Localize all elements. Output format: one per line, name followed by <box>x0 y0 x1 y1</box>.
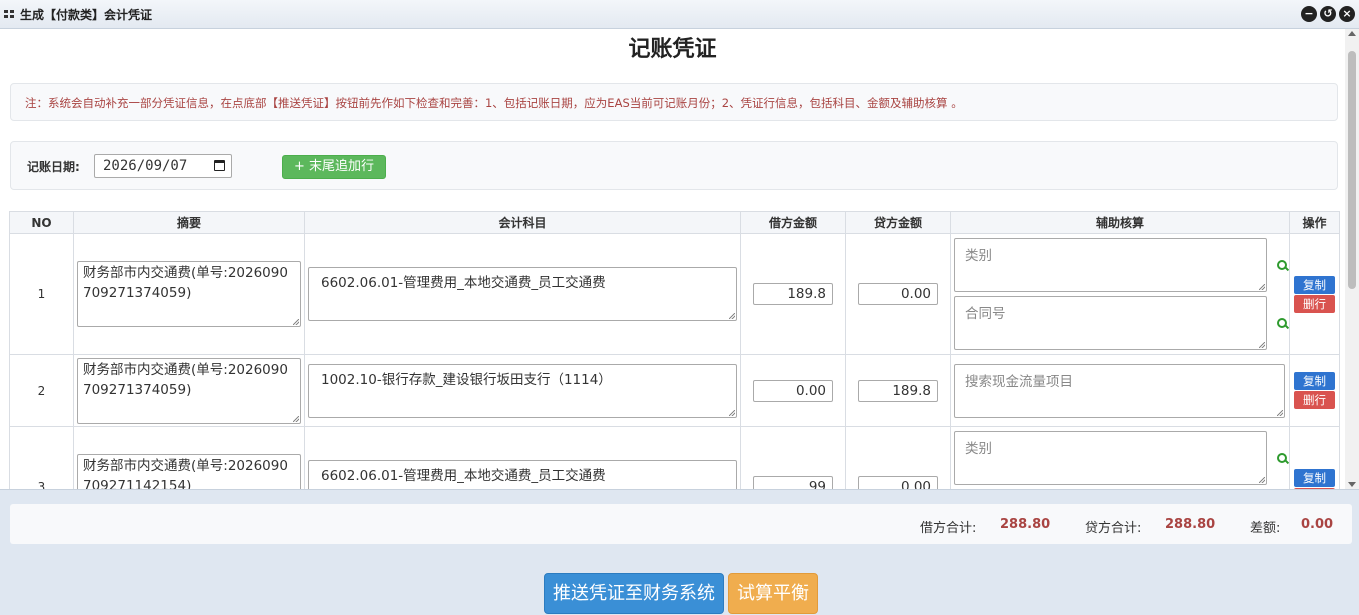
copy-button[interactable]: 复制 <box>1294 372 1335 390</box>
aux-category-textarea[interactable]: 类别 <box>954 431 1268 485</box>
diff-value: 0.00 <box>1301 517 1334 532</box>
aux-category-textarea[interactable]: 类别 <box>954 238 1268 292</box>
ops-cell: 复制 删行 <box>1289 426 1340 489</box>
aux-contract-textarea[interactable]: 合同号 <box>954 296 1268 350</box>
scroll-down-icon[interactable] <box>1348 482 1356 487</box>
table-row: 2 财务部市内交通费(单号:2026090709271374059) 1002.… <box>9 354 1340 427</box>
copy-button[interactable]: 复制 <box>1294 468 1335 487</box>
trial-balance-button[interactable]: 试算平衡 <box>728 573 818 614</box>
debit-total-label: 借方合计: <box>920 521 977 536</box>
search-icon[interactable] <box>1276 452 1289 465</box>
debit-input[interactable]: 0.00 <box>753 379 833 402</box>
delete-row-button[interactable]: 删行 <box>1294 391 1335 409</box>
calendar-icon[interactable] <box>214 160 225 171</box>
header-debit: 借方金额 <box>740 211 846 234</box>
table-header-row: NO 摘要 会计科目 借方金额 贷方金额 辅助核算 操作 <box>9 211 1340 234</box>
window-titlebar: 生成【付款类】会计凭证 − ↺ × <box>0 0 1359 29</box>
row-number: 3 <box>9 426 74 489</box>
summary-cell: 财务部市内交通费(单号:2026090709271374059) <box>73 233 305 355</box>
account-cell: 6602.06.01-管理费用_本地交通费_员工交通费 <box>304 233 741 355</box>
summary-textarea[interactable]: 财务部市内交通费(单号:2026090709271142154) <box>77 454 301 489</box>
cashflow-search-textarea[interactable]: 搜索现金流量项目 <box>954 363 1285 418</box>
add-row-button[interactable]: + 末尾追加行 <box>282 155 386 179</box>
app-grid-icon <box>4 10 15 19</box>
debit-cell: 99 <box>740 426 846 489</box>
summary-textarea[interactable]: 财务部市内交通费(单号:2026090709271374059) <box>77 357 301 424</box>
row-number: 2 <box>9 354 74 427</box>
page-title: 记账凭证 <box>628 37 717 62</box>
header-ops: 操作 <box>1289 211 1340 234</box>
aux-cell: 搜索现金流量项目 <box>950 354 1290 427</box>
credit-total-value: 288.80 <box>1165 517 1216 532</box>
header-account: 会计科目 <box>304 211 741 234</box>
debit-cell: 189.8 <box>740 233 846 355</box>
credit-cell: 0.00 <box>845 426 951 489</box>
credit-cell: 0.00 <box>845 233 951 355</box>
scroll-thumb[interactable] <box>1348 51 1356 289</box>
credit-total-label: 贷方合计: <box>1085 521 1142 536</box>
date-input[interactable]: 2026/09/07 <box>94 154 232 178</box>
credit-input[interactable]: 0.00 <box>858 283 938 305</box>
account-textarea[interactable]: 6602.06.01-管理费用_本地交通费_员工交通费 <box>308 460 737 489</box>
date-bar: 记账日期: 2026/09/07 + 末尾追加行 <box>10 141 1338 190</box>
aux-cell: 类别 合同号 <box>950 233 1290 355</box>
credit-input[interactable]: 0.00 <box>858 476 938 489</box>
aux-cell: 类别 <box>950 426 1290 489</box>
push-voucher-button[interactable]: 推送凭证至财务系统 <box>544 573 724 614</box>
notice-box: 注：系统会自动补充一部分凭证信息，在点底部【推送凭证】按钮前先作如下检查和完善：… <box>10 83 1338 121</box>
date-label: 记账日期: <box>27 160 80 174</box>
debit-input[interactable]: 99 <box>753 476 833 489</box>
footer-panel: 借方合计: 288.80 贷方合计: 288.80 差额: 0.00 推送凭证至… <box>0 489 1359 615</box>
vertical-scrollbar[interactable] <box>1345 29 1359 489</box>
minimize-icon[interactable]: − <box>1301 6 1317 22</box>
debit-input[interactable]: 189.8 <box>753 283 833 305</box>
copy-button[interactable]: 复制 <box>1294 275 1335 294</box>
table-row: 1 财务部市内交通费(单号:2026090709271374059) 6602.… <box>9 233 1340 355</box>
scroll-up-icon[interactable] <box>1348 31 1356 36</box>
summary-cell: 财务部市内交通费(单号:2026090709271142154) <box>73 426 305 489</box>
date-value: 2026/09/07 <box>103 158 188 174</box>
voucher-table: NO 摘要 会计科目 借方金额 贷方金额 辅助核算 操作 1 财务部市内交通费(… <box>9 211 1340 489</box>
credit-cell: 189.8 <box>845 354 951 427</box>
summary-cell: 财务部市内交通费(单号:2026090709271374059) <box>73 354 305 427</box>
account-textarea[interactable]: 6602.06.01-管理费用_本地交通费_员工交通费 <box>308 267 737 321</box>
totals-bar: 借方合计: 288.80 贷方合计: 288.80 差额: 0.00 <box>10 504 1352 544</box>
summary-textarea[interactable]: 财务部市内交通费(单号:2026090709271374059) <box>77 261 301 327</box>
voucher-content[interactable]: 记账凭证 注：系统会自动补充一部分凭证信息，在点底部【推送凭证】按钮前先作如下检… <box>0 29 1359 489</box>
table-row: 3 财务部市内交通费(单号:2026090709271142154) 6602.… <box>9 426 1340 489</box>
header-aux: 辅助核算 <box>950 211 1290 234</box>
diff-label: 差额: <box>1250 521 1281 536</box>
ops-cell: 复制 删行 <box>1289 233 1340 355</box>
close-icon[interactable]: × <box>1339 6 1355 22</box>
window-title: 生成【付款类】会计凭证 <box>20 8 153 22</box>
debit-total-value: 288.80 <box>1000 517 1051 532</box>
delete-row-button[interactable]: 删行 <box>1294 294 1335 313</box>
row-number: 1 <box>9 233 74 355</box>
header-no: NO <box>9 211 74 234</box>
search-icon[interactable] <box>1276 259 1289 272</box>
search-icon[interactable] <box>1276 317 1289 330</box>
header-credit: 贷方金额 <box>845 211 951 234</box>
credit-input[interactable]: 189.8 <box>858 379 938 402</box>
account-cell: 6602.06.01-管理费用_本地交通费_员工交通费 <box>304 426 741 489</box>
restore-icon[interactable]: ↺ <box>1320 6 1336 22</box>
debit-cell: 0.00 <box>740 354 846 427</box>
header-summary: 摘要 <box>73 211 305 234</box>
account-cell: 1002.10-银行存款_建设银行坂田支行（1114） <box>304 354 741 427</box>
ops-cell: 复制 删行 <box>1289 354 1340 427</box>
account-textarea[interactable]: 1002.10-银行存款_建设银行坂田支行（1114） <box>308 363 737 418</box>
window-controls: − ↺ × <box>1301 6 1355 22</box>
